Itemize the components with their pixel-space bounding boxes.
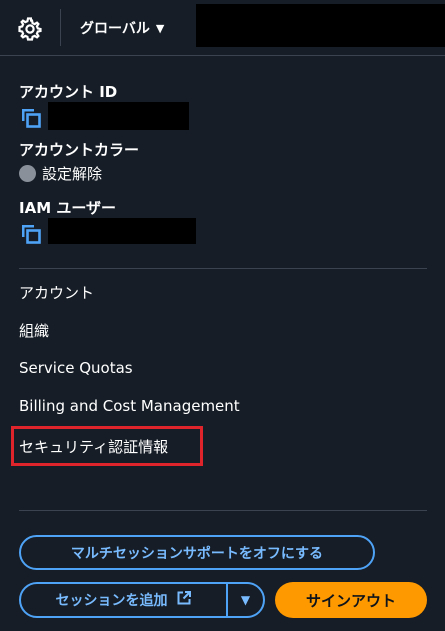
top-bar: グローバル ▼ [0, 0, 445, 56]
add-session-split-button: セッションを追加 ▼ [19, 582, 265, 618]
menu-item-organizations[interactable]: 組織 [19, 320, 49, 341]
redacted-account-id [48, 102, 189, 130]
region-selector[interactable]: グローバル ▼ [80, 18, 164, 38]
add-session-dropdown-button[interactable]: ▼ [228, 584, 263, 616]
top-divider [60, 9, 61, 46]
account-color-value: 設定解除 [42, 164, 103, 183]
divider [19, 510, 427, 511]
highlight-box [11, 426, 203, 466]
menu-item-account[interactable]: アカウント [19, 282, 94, 303]
multi-session-off-button[interactable]: マルチセッションサポートをオフにする [19, 535, 375, 570]
copy-icon[interactable] [20, 223, 42, 245]
color-dot-icon [19, 164, 36, 182]
redacted-iam-user [48, 218, 196, 244]
divider [19, 268, 427, 269]
region-label: グローバル [80, 21, 150, 37]
menu-item-service-quotas[interactable]: Service Quotas [19, 359, 133, 377]
sign-out-button[interactable]: サインアウト [275, 582, 427, 618]
add-session-label: セッションを追加 [55, 593, 168, 609]
account-color-label: アカウントカラー [19, 141, 140, 159]
external-link-icon [176, 590, 192, 610]
menu-item-billing[interactable]: Billing and Cost Management [19, 397, 240, 415]
account-id-label: アカウント ID [19, 83, 118, 101]
iam-user-label: IAM ユーザー [19, 199, 117, 217]
add-session-button[interactable]: セッションを追加 [21, 584, 226, 616]
caret-down-icon: ▼ [240, 593, 251, 607]
account-color-row: 設定解除 [19, 162, 102, 184]
copy-icon[interactable] [20, 107, 42, 129]
caret-down-icon: ▼ [155, 21, 165, 35]
gear-icon[interactable] [16, 15, 44, 43]
redacted-block [196, 4, 445, 47]
